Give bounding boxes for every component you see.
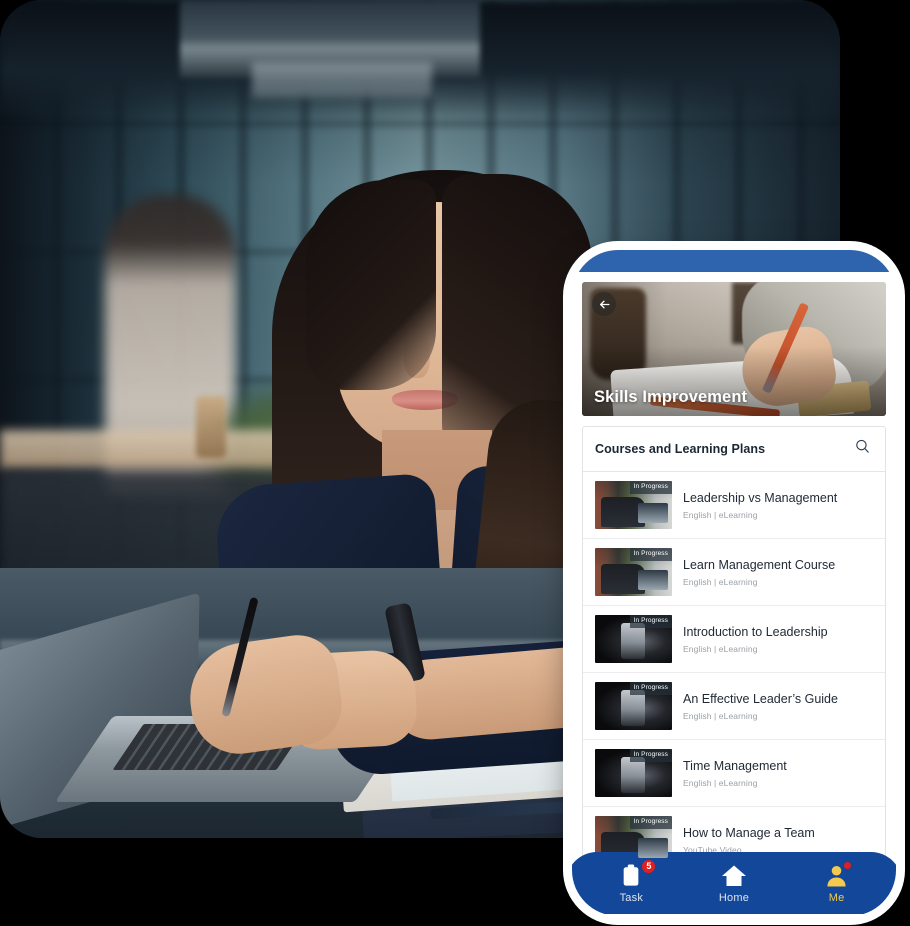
nav-item-task[interactable]: 5 Task <box>594 858 668 904</box>
me-notification-dot <box>842 860 852 870</box>
course-subtitle: English | eLearning <box>683 710 758 721</box>
status-badge: In Progress <box>629 682 672 695</box>
banner-title: Skills Improvement <box>594 388 748 406</box>
search-button[interactable] <box>851 438 873 460</box>
status-badge: In Progress <box>629 816 672 829</box>
phone-screen: Skills Improvement Courses and Learning … <box>572 272 896 916</box>
list-item[interactable]: In Progress An Effective Leader’s Guide … <box>583 673 885 740</box>
course-thumbnail: In Progress <box>595 548 672 596</box>
course-title: An Effective Leader’s Guide <box>683 691 838 706</box>
status-badge: In Progress <box>629 749 672 762</box>
list-item[interactable]: In Progress Introduction to Leadership E… <box>583 606 885 673</box>
nav-label-home: Home <box>718 891 750 904</box>
back-button[interactable] <box>592 292 616 316</box>
status-badge: In Progress <box>629 481 672 494</box>
nav-item-me[interactable]: Me <box>800 860 874 904</box>
course-list: In Progress Leadership vs Management Eng… <box>583 472 885 873</box>
course-title: How to Manage a Team <box>683 825 815 840</box>
clipboard-icon <box>620 863 642 889</box>
screenshot-root: Skills Improvement Courses and Learning … <box>0 0 910 926</box>
course-title: Leadership vs Management <box>683 490 838 505</box>
home-icon <box>721 863 747 889</box>
thumbnail-laptop <box>638 570 668 590</box>
thumbnail-laptop <box>638 503 668 523</box>
course-meta: Time Management English | eLearning <box>683 759 787 788</box>
task-badge-count: 5 <box>641 858 657 874</box>
course-subtitle: English | eLearning <box>683 576 758 587</box>
course-title: Introduction to Leadership <box>683 624 828 639</box>
arrow-left-icon <box>598 298 611 311</box>
background-bottle <box>196 396 226 458</box>
course-banner: Skills Improvement <box>582 282 886 416</box>
course-meta: Learn Management Course English | eLearn… <box>683 558 835 587</box>
course-title: Time Management <box>683 758 787 773</box>
status-bar <box>572 250 896 272</box>
search-icon <box>854 438 871 460</box>
nav-item-home[interactable]: Home <box>697 863 771 904</box>
course-thumbnail: In Progress <box>595 615 672 663</box>
course-subtitle: English | eLearning <box>683 777 758 788</box>
course-meta: Introduction to Leadership English | eLe… <box>683 625 828 654</box>
phone-mockup: Skills Improvement Courses and Learning … <box>572 250 896 916</box>
list-item[interactable]: In Progress Time Management English | eL… <box>583 740 885 807</box>
course-thumbnail: In Progress <box>595 749 672 797</box>
course-thumbnail: In Progress <box>595 682 672 730</box>
bottom-navigation: 5 Task Home Me <box>572 852 896 914</box>
thumbnail-laptop <box>638 838 668 858</box>
course-title: Learn Management Course <box>683 557 836 572</box>
course-thumbnail: In Progress <box>595 481 672 529</box>
list-item[interactable]: In Progress Leadership vs Management Eng… <box>583 472 885 539</box>
nav-label-task: Task <box>619 891 644 904</box>
course-meta: Leadership vs Management English | eLear… <box>683 491 837 520</box>
status-badge: In Progress <box>629 548 672 561</box>
course-meta: How to Manage a Team YouTube Video <box>683 826 815 855</box>
course-subtitle: English | eLearning <box>683 509 758 520</box>
ceiling-light-fixture-secondary <box>252 62 432 98</box>
course-meta: An Effective Leader’s Guide English | eL… <box>683 692 838 721</box>
courses-card-header: Courses and Learning Plans <box>583 427 885 472</box>
hair-front-left <box>306 180 436 390</box>
courses-card-title: Courses and Learning Plans <box>595 442 766 456</box>
list-item[interactable]: In Progress Learn Management Course Engl… <box>583 539 885 606</box>
course-subtitle: English | eLearning <box>683 643 758 654</box>
nav-label-me: Me <box>828 891 845 904</box>
courses-card: Courses and Learning Plans In Progress L… <box>582 426 886 874</box>
status-badge: In Progress <box>629 615 672 628</box>
